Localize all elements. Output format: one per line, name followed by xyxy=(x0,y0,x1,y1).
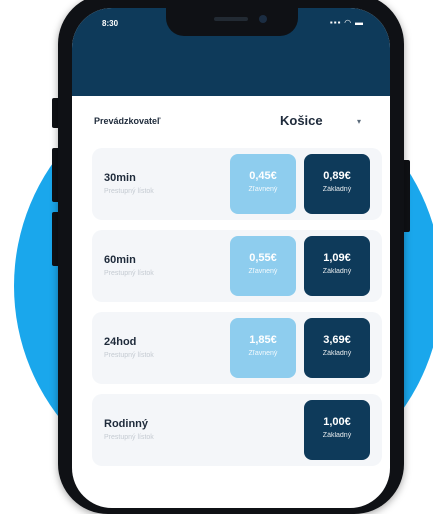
price-label: Základný xyxy=(322,432,352,439)
price-label: Zľavnený xyxy=(248,186,278,193)
price-label: Základný xyxy=(322,186,352,193)
ticket-row-30min: 30min Prestupný lístok 0,45€ Zľavnený 0,… xyxy=(92,148,382,220)
ticket-subtitle: Prestupný lístok xyxy=(104,352,154,359)
base-price-button[interactable]: 3,69€ Základný xyxy=(304,318,370,378)
ticket-subtitle: Prestupný lístok xyxy=(104,270,154,277)
ticket-row-60min: 60min Prestupný lístok 0,55€ Zľavnený 1,… xyxy=(92,230,382,302)
chevron-down-icon[interactable]: ▾ xyxy=(357,117,361,126)
ticket-title: 24hod xyxy=(104,336,137,348)
speaker-grille xyxy=(214,17,248,21)
ticket-subtitle: Prestupný lístok xyxy=(104,434,154,441)
price-amount: 0,45€ xyxy=(249,170,277,182)
ticket-title: Rodinný xyxy=(104,418,148,430)
price-label: Základný xyxy=(322,268,352,275)
ticket-subtitle: Prestupný lístok xyxy=(104,188,154,195)
status-time: 8:30 xyxy=(102,19,119,28)
discounted-price-button[interactable]: 1,85€ Zľavnený xyxy=(230,318,296,378)
base-price-button[interactable]: 1,09€ Základný xyxy=(304,236,370,296)
base-price-button[interactable]: 1,00€ Základný xyxy=(304,400,370,460)
discounted-price-button[interactable]: 0,55€ Zľavnený xyxy=(230,236,296,296)
ticket-title: 60min xyxy=(104,254,136,266)
front-camera-icon xyxy=(259,15,267,23)
status-icons: ▪▪▪ ◠ ▬ xyxy=(329,18,364,27)
price-amount: 1,85€ xyxy=(249,334,277,346)
price-label: Zľavnený xyxy=(248,268,278,275)
ticket-title: 30min xyxy=(104,172,136,184)
operator-selector[interactable]: Prevádzkovateľ Košice ▾ xyxy=(72,96,390,148)
ticket-row-rodinny: Rodinný Prestupný lístok 1,00€ Základný xyxy=(92,394,382,466)
phone-notch xyxy=(166,8,298,36)
price-amount: 1,00€ xyxy=(323,416,351,428)
phone-screen: 8:30 ▪▪▪ ◠ ▬ Prevádzkovateľ Košice ▾ 30m… xyxy=(72,8,390,508)
price-amount: 0,89€ xyxy=(323,170,351,182)
ticket-row-24hod: 24hod Prestupný lístok 1,85€ Zľavnený 3,… xyxy=(92,312,382,384)
operator-label: Prevádzkovateľ xyxy=(94,116,161,126)
price-amount: 3,69€ xyxy=(323,334,351,346)
price-amount: 1,09€ xyxy=(323,252,351,264)
price-label: Zľavnený xyxy=(248,350,278,357)
price-amount: 0,55€ xyxy=(249,252,277,264)
base-price-button[interactable]: 0,89€ Základný xyxy=(304,154,370,214)
city-select-value[interactable]: Košice xyxy=(280,113,323,128)
discounted-price-button[interactable]: 0,45€ Zľavnený xyxy=(230,154,296,214)
price-label: Základný xyxy=(322,350,352,357)
